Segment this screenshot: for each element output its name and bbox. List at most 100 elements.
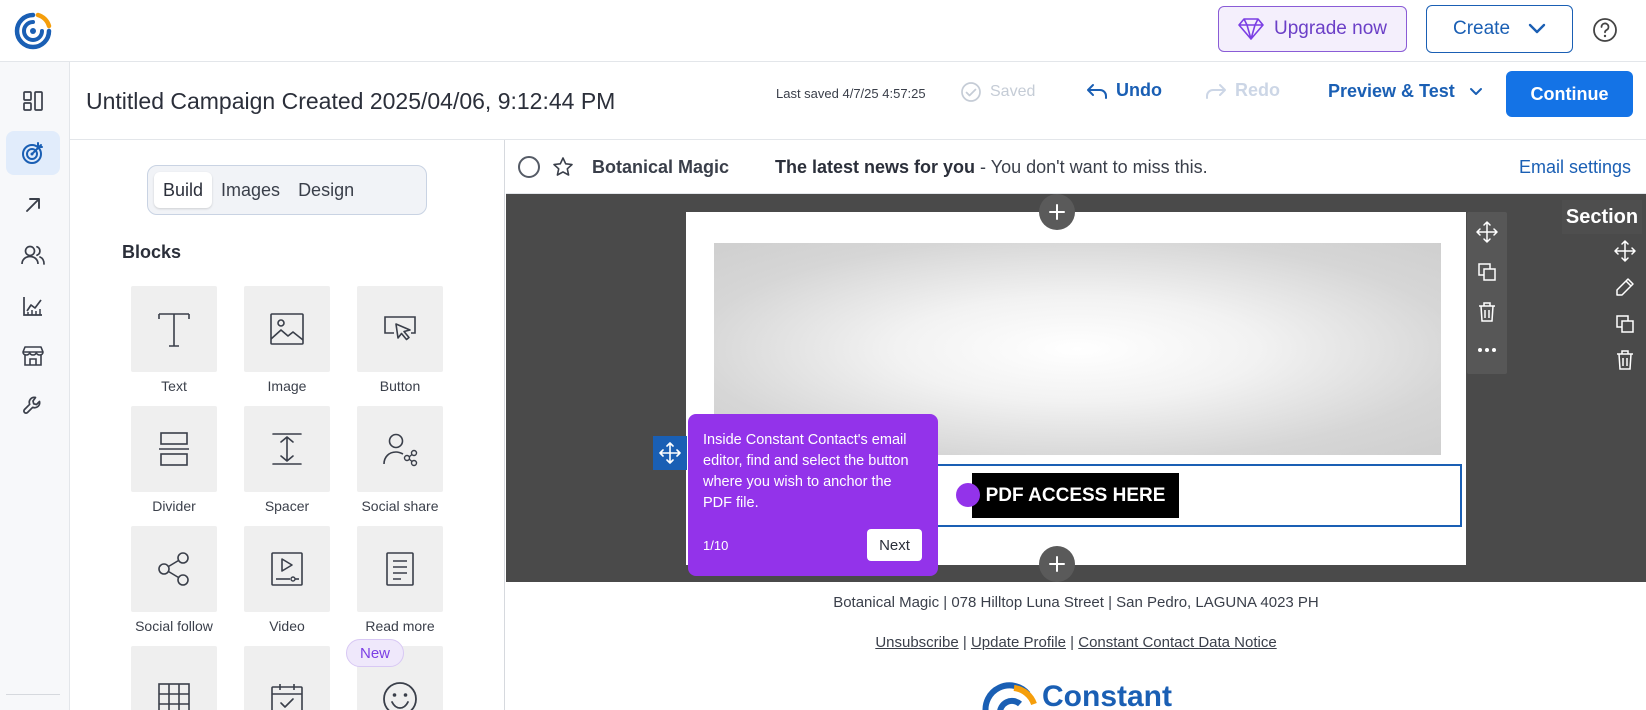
block-video[interactable]: Video	[244, 526, 330, 634]
nav-reporting-icon[interactable]	[6, 284, 60, 328]
upgrade-now-label: Upgrade now	[1273, 18, 1388, 39]
email-settings-link[interactable]: Email settings	[1519, 157, 1631, 178]
pdf-access-button[interactable]: PDF ACCESS HERE	[972, 473, 1179, 518]
redo-icon	[1205, 82, 1227, 100]
sender-name: Botanical Magic	[592, 157, 730, 177]
social-follow-icon	[156, 551, 192, 587]
spacer-icon	[271, 431, 303, 467]
section-move-icon[interactable]	[1612, 238, 1638, 264]
create-label: Create	[1452, 18, 1511, 39]
footer-separator: |	[962, 634, 967, 651]
read-more-block-tile[interactable]	[357, 526, 443, 612]
data-notice-link[interactable]: Constant Contact Data Notice	[1078, 634, 1276, 651]
duplicate-icon[interactable]	[1475, 260, 1499, 284]
select-radio-icon[interactable]	[518, 156, 540, 178]
smiley-icon	[381, 680, 419, 710]
upgrade-now-button[interactable]: Upgrade now	[1218, 6, 1407, 52]
tooltip-text: Inside Constant Contact's email editor, …	[703, 432, 909, 511]
social-follow-block-tile[interactable]	[131, 526, 217, 612]
section-duplicate-icon[interactable]	[1612, 311, 1638, 337]
plus-icon	[1049, 556, 1065, 572]
calendar-icon	[270, 682, 304, 710]
section-label: Section	[1562, 200, 1642, 234]
divider-icon	[158, 431, 190, 467]
undo-button[interactable]: Undo	[1086, 80, 1162, 101]
help-icon[interactable]	[1592, 17, 1618, 43]
block-label: Image	[267, 378, 307, 394]
image-block-tile[interactable]	[244, 286, 330, 372]
create-button[interactable]: Create	[1426, 5, 1573, 53]
nav-dashboard-icon[interactable]	[6, 79, 60, 123]
redo-label: Redo	[1235, 80, 1280, 100]
email-subject-bar: Botanical Magic The latest news for you …	[506, 140, 1646, 194]
read-more-icon	[385, 551, 415, 587]
top-bar: Upgrade now Create	[0, 0, 1646, 62]
panel-tabs: Build Images Design	[147, 165, 427, 215]
more-options-icon[interactable]	[1475, 338, 1499, 362]
section-delete-icon[interactable]	[1612, 347, 1638, 373]
block-calendar[interactable]	[244, 646, 330, 710]
nav-outreach-icon[interactable]	[6, 183, 60, 227]
block-read-more[interactable]: Read more	[357, 526, 443, 634]
nav-tools-icon[interactable]	[6, 384, 60, 428]
block-table[interactable]	[131, 646, 217, 710]
block-image[interactable]: Image	[244, 286, 330, 394]
footer-address: Botanical Magic | 078 Hilltop Luna Stree…	[833, 594, 1319, 611]
section-edit-pencil-icon[interactable]	[1612, 274, 1638, 300]
block-toolbar	[1467, 212, 1507, 374]
block-spacer[interactable]: Spacer	[244, 406, 330, 514]
unsubscribe-link[interactable]: Unsubscribe	[875, 634, 958, 651]
preview-test-button[interactable]: Preview & Test	[1328, 81, 1483, 102]
block-divider[interactable]: Divider	[131, 406, 217, 514]
block-social-share[interactable]: Social share	[357, 406, 443, 514]
text-block-tile[interactable]	[131, 286, 217, 372]
tab-design[interactable]: Design	[289, 172, 363, 208]
social-share-block-tile[interactable]	[357, 406, 443, 492]
video-icon	[270, 551, 304, 587]
brand-text: Constant	[1042, 680, 1172, 710]
block-social-follow[interactable]: Social follow	[131, 526, 217, 634]
nav-contacts-icon[interactable]	[6, 233, 60, 277]
check-circle-icon	[960, 81, 982, 103]
calendar-block-tile[interactable]	[244, 646, 330, 710]
block-label: Text	[161, 378, 187, 394]
add-block-top-button[interactable]	[1039, 194, 1075, 230]
delete-icon[interactable]	[1475, 300, 1499, 324]
undo-label: Undo	[1116, 80, 1162, 100]
block-button[interactable]: Button	[357, 286, 443, 394]
spacer-block-tile[interactable]	[244, 406, 330, 492]
subject-line-preheader: - You don't want to miss this.	[975, 157, 1208, 177]
nav-campaigns-icon[interactable]	[6, 131, 60, 175]
diamond-icon	[1238, 18, 1264, 40]
last-saved-text: Last saved 4/7/25 4:57:25	[776, 86, 926, 101]
continue-button[interactable]: Continue	[1506, 71, 1633, 117]
add-block-bottom-button[interactable]	[1039, 546, 1075, 582]
constant-contact-logo-icon[interactable]	[12, 10, 54, 52]
move-icon[interactable]	[1475, 220, 1499, 244]
saved-label: Saved	[990, 83, 1036, 100]
footer-separator: |	[1070, 634, 1075, 651]
block-label: Button	[379, 378, 421, 394]
button-icon	[382, 314, 418, 344]
campaign-title[interactable]: Untitled Campaign Created 2025/04/06, 9:…	[86, 88, 615, 115]
video-block-tile[interactable]	[244, 526, 330, 612]
block-text[interactable]: Text	[131, 286, 217, 394]
tab-images[interactable]: Images	[212, 172, 289, 208]
move-icon	[659, 442, 681, 464]
update-profile-link[interactable]: Update Profile	[971, 634, 1066, 651]
tab-build[interactable]: Build	[154, 172, 213, 208]
footer-links: Unsubscribe | Update Profile | Constant …	[506, 634, 1646, 651]
block-label: Video	[269, 618, 305, 634]
button-block-tile[interactable]	[357, 286, 443, 372]
nav-store-icon[interactable]	[6, 334, 60, 378]
divider-block-tile[interactable]	[131, 406, 217, 492]
table-icon	[157, 682, 191, 710]
walkthrough-tooltip: Inside Constant Contact's email editor, …	[688, 414, 938, 576]
block-move-handle[interactable]	[653, 436, 687, 470]
redo-button[interactable]: Redo	[1205, 80, 1280, 101]
table-block-tile[interactable]	[131, 646, 217, 710]
image-icon	[269, 312, 305, 346]
star-icon[interactable]	[552, 156, 574, 178]
text-icon	[156, 309, 192, 349]
tooltip-next-button[interactable]: Next	[867, 529, 922, 561]
